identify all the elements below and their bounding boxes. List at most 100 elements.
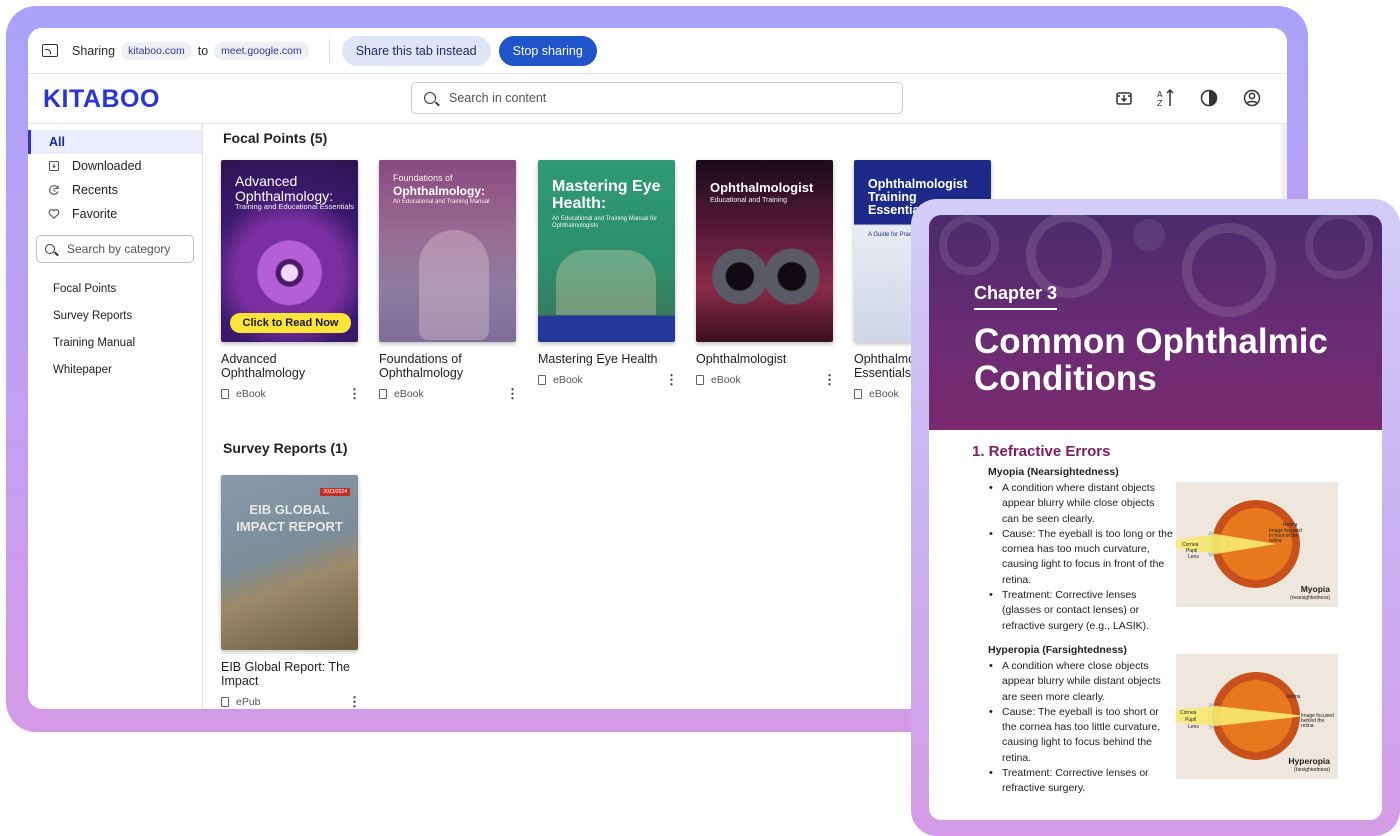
condition-point: A condition where close objects appear b…	[988, 659, 1173, 705]
search-icon	[424, 92, 436, 104]
ebook-icon	[221, 697, 229, 707]
more-options-icon[interactable]: ⋮	[348, 694, 361, 709]
book-type: eBook	[236, 388, 266, 400]
condition-point: Treatment: Corrective lenses (glasses or…	[988, 588, 1173, 634]
app-header: KITABOO Search in content A Z	[28, 74, 1287, 124]
cover-subtitle: Training and Educational Essentials	[235, 202, 354, 211]
target-chip: meet.google.com	[214, 41, 309, 60]
sidebar-item-label: Favorite	[72, 207, 118, 221]
recent-icon	[49, 185, 59, 195]
download-icon[interactable]	[1114, 88, 1134, 108]
figure-label: Cornea	[1180, 710, 1197, 716]
condition-name: Myopia (Nearsightedness)	[988, 466, 1119, 478]
book-title[interactable]: EIB Global Report: The Impact	[221, 660, 361, 688]
contrast-icon[interactable]	[1199, 88, 1219, 108]
sidebar-item-label: Downloaded	[72, 159, 142, 173]
book-type: ePub	[236, 696, 261, 708]
figure-label: Lens	[1188, 724, 1199, 730]
category-survey-reports[interactable]: Survey Reports	[28, 302, 202, 329]
more-options-icon[interactable]: ⋮	[665, 372, 678, 388]
figure-label: Image focused in front of the retina	[1269, 528, 1302, 544]
book-cover[interactable]: Advanced Ophthalmology: Training and Edu…	[221, 160, 358, 342]
condition-name: Hyperopia (Farsightedness)	[988, 644, 1127, 656]
figure-caption-title: Myopia	[1300, 584, 1330, 594]
figure-caption: Hyperopia (farsightedness)	[1288, 757, 1330, 775]
sharing-label: Sharing	[72, 43, 116, 58]
book-meta: eBook ⋮	[538, 372, 678, 388]
chapter-title: Common Ophthalmic Conditions	[974, 322, 1328, 398]
download-icon	[49, 161, 59, 171]
category-training-manual[interactable]: Training Manual	[28, 329, 202, 356]
condition-hyperopia: Hyperopia (Farsightedness) A condition w…	[988, 644, 1173, 797]
book-cover[interactable]: 2023/2024 EIB GLOBAL IMPACT REPORT	[221, 475, 358, 650]
book-title[interactable]: Advanced Ophthalmology	[221, 352, 361, 380]
category-whitepaper[interactable]: Whitepaper	[28, 356, 202, 383]
book-cover[interactable]: Foundations of Ophthalmology: An Educati…	[379, 160, 516, 342]
figure-caption-sub: (nearsightedness)	[1289, 595, 1330, 601]
more-options-icon[interactable]: ⋮	[823, 372, 836, 388]
chapter-label: Chapter 3	[974, 283, 1058, 310]
cover-title: EIB GLOBAL IMPACT REPORT	[236, 502, 343, 534]
sidebar-item-downloaded[interactable]: Downloaded	[28, 154, 202, 178]
ebook-icon	[538, 375, 546, 385]
sidebar: All Downloaded Recents Favorite Search b…	[28, 124, 203, 709]
category-focal-points[interactable]: Focal Points	[28, 275, 202, 302]
cover-subtitle: An Educational and Training Manual for O…	[552, 216, 658, 229]
share-this-tab-button[interactable]: Share this tab instead	[341, 35, 491, 66]
search-placeholder: Search in content	[449, 91, 547, 105]
book-card[interactable]: Ophthalmologist Educational and Training…	[696, 160, 836, 388]
myopia-diagram: Retina Cornea Pupil Lens Image focused i…	[1176, 482, 1338, 607]
figure-caption-title: Hyperopia	[1288, 756, 1330, 766]
book-type: eBook	[869, 388, 899, 400]
hyperopia-diagram: Retina Cornea Pupil Lens Image focused b…	[1176, 654, 1338, 779]
book-title[interactable]: Mastering Eye Health	[538, 352, 678, 366]
figure-label: Retina	[1286, 694, 1301, 700]
sidebar-item-all[interactable]: All	[28, 130, 202, 154]
condition-point: Treatment: Corrective lenses or refracti…	[988, 766, 1173, 797]
condition-point: Cause: The eyeball is too short or the c…	[988, 705, 1173, 766]
divider	[328, 38, 330, 63]
category-search-input[interactable]: Search by category	[36, 235, 194, 263]
figure-caption: Myopia (nearsightedness)	[1290, 585, 1330, 603]
condition-point: Cause: The eyeball is too long or the co…	[988, 527, 1173, 588]
book-cover[interactable]: Mastering Eye Health: An Educational and…	[538, 160, 675, 342]
screen-share-bar: Sharing kitaboo.com to meet.google.com S…	[28, 28, 1287, 74]
cover-subtitle: An Educational and Training Manual	[393, 199, 490, 205]
book-title[interactable]: Foundations of Ophthalmology	[379, 352, 519, 380]
screen-share-icon	[42, 44, 58, 57]
book-card[interactable]: 2023/2024 EIB GLOBAL IMPACT REPORT EIB G…	[221, 475, 361, 709]
stop-sharing-button[interactable]: Stop sharing	[498, 35, 597, 66]
cover-title: Mastering Eye Health:	[552, 178, 661, 212]
ebook-icon	[221, 389, 229, 399]
cover-kicker: Foundations of	[393, 173, 453, 183]
content-search-input[interactable]: Search in content	[411, 82, 903, 114]
account-icon[interactable]	[1242, 88, 1262, 108]
book-meta: eBook ⋮	[221, 386, 361, 402]
book-card[interactable]: Mastering Eye Health: An Educational and…	[538, 160, 678, 388]
condition-myopia: Myopia (Nearsightedness) A condition whe…	[988, 466, 1173, 634]
book-title[interactable]: Ophthalmologist	[696, 352, 836, 366]
cover-title: Advanced Ophthalmology:	[235, 173, 334, 204]
svg-text:A: A	[1157, 90, 1163, 99]
figure-label: Image focused behind the retina	[1301, 713, 1334, 729]
figure-label: Pupil	[1185, 717, 1197, 723]
more-options-icon[interactable]: ⋮	[348, 386, 361, 402]
kitaboo-logo[interactable]: KITABOO	[43, 85, 160, 114]
cover-badge: 2023/2024	[320, 488, 350, 496]
sidebar-item-recents[interactable]: Recents	[28, 178, 202, 202]
chapter-banner: Chapter 3 Common Ophthalmic Conditions	[929, 215, 1382, 430]
book-card[interactable]: Foundations of Ophthalmology: An Educati…	[379, 160, 519, 402]
book-cover[interactable]: Ophthalmologist Educational and Training	[696, 160, 833, 342]
book-type: eBook	[553, 374, 583, 386]
click-to-read-button[interactable]: Click to Read Now	[230, 313, 351, 333]
sidebar-item-favorite[interactable]: Favorite	[28, 202, 202, 226]
category-search-placeholder: Search by category	[67, 242, 171, 256]
book-card[interactable]: Advanced Ophthalmology: Training and Edu…	[221, 160, 361, 402]
figure-caption-sub: (farsightedness)	[1294, 767, 1330, 773]
book-meta: eBook ⋮	[696, 372, 836, 388]
more-options-icon[interactable]: ⋮	[506, 386, 519, 402]
condition-point: A condition where distant objects appear…	[988, 481, 1173, 527]
sort-az-icon[interactable]: A Z	[1156, 88, 1176, 108]
to-label: to	[197, 43, 209, 58]
heart-icon	[48, 209, 60, 219]
